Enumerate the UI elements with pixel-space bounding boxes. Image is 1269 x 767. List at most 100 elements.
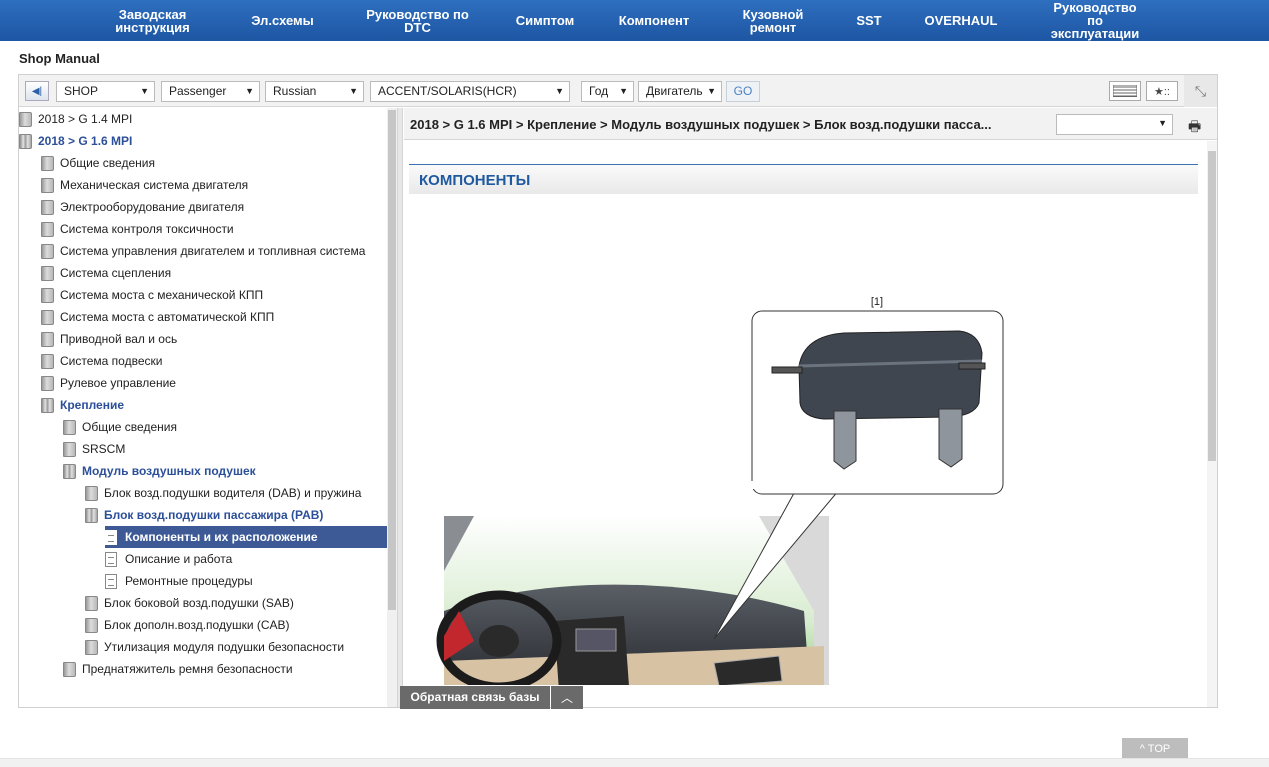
tree-node[interactable]: Система управления двигателем и топливна…	[41, 240, 365, 262]
tree-node[interactable]: Ремонтные процедуры	[105, 570, 253, 592]
engine-select[interactable]: Двигатель ▼	[638, 81, 722, 102]
tree-node-label: Система моста с автоматической КПП	[60, 310, 275, 324]
tree-node[interactable]: Приводной вал и ось	[41, 328, 177, 350]
book-icon	[85, 639, 98, 655]
tree-node[interactable]: Компоненты и их расположение	[105, 526, 387, 548]
chevron-down-icon: ▼	[555, 86, 564, 96]
page-title: Shop Manual	[19, 51, 100, 66]
nav-symptom[interactable]: Симптом	[505, 0, 585, 41]
nav-factory-manual[interactable]: Заводская инструкция	[100, 0, 205, 41]
tree-node[interactable]: Блок возд.подушки водителя (DAB) и пружи…	[85, 482, 361, 504]
tree-node[interactable]: Система сцепления	[41, 262, 171, 284]
document-icon	[105, 529, 117, 545]
tree-node-label: Утилизация модуля подушки безопасности	[104, 640, 345, 654]
nav-component[interactable]: Компонент	[605, 0, 703, 41]
tree-node-label: Система моста с механической КПП	[60, 288, 264, 302]
fullscreen-button[interactable]: ⤡	[1184, 75, 1217, 107]
language-select[interactable]: Russian ▼	[265, 81, 364, 102]
tree-node-label: Приводной вал и ось	[60, 332, 178, 346]
tree-node[interactable]: Система контроля токсичности	[41, 218, 234, 240]
tree-node[interactable]: Рулевое управление	[41, 372, 176, 394]
tree-node-label: Ремонтные процедуры	[125, 574, 253, 588]
section-select[interactable]: ▼	[1056, 114, 1173, 135]
tree-node-label: Блок возд.подушки водителя (DAB) и пружи…	[104, 486, 362, 500]
panel-splitter[interactable]	[397, 108, 403, 707]
tree-node[interactable]: SRSCM	[63, 438, 125, 460]
book-icon	[85, 617, 98, 633]
nav-overhaul[interactable]: OVERHAUL	[910, 0, 1012, 41]
open-book-icon	[85, 507, 98, 523]
book-icon	[41, 221, 54, 237]
tree-node[interactable]: Утилизация модуля подушки безопасности	[85, 636, 344, 658]
scrollbar-thumb[interactable]	[388, 110, 396, 610]
airbag-illustration: [1]	[436, 296, 1004, 685]
back-to-top-button[interactable]: ^ TOP	[1122, 738, 1188, 760]
tree-node[interactable]: Система моста с автоматической КПП	[41, 306, 274, 328]
manual-frame: ◀| SHOP ▼ Passenger ▼ Russian ▼ ACCENT/SOLA…	[18, 74, 1218, 709]
tree-node[interactable]: Общие сведения	[63, 416, 177, 438]
open-book-icon	[41, 397, 54, 413]
book-icon	[85, 595, 98, 611]
flag-button[interactable]	[1109, 81, 1141, 101]
tree-node[interactable]: Механическая система двигателя	[41, 174, 248, 196]
arrow-left-icon: ◀|	[31, 85, 43, 97]
model-select[interactable]: ACCENT/SOLARIS(HCR) ▼	[370, 81, 570, 102]
tree-node-label: Общие сведения	[82, 420, 177, 434]
star-icon: ★::	[1154, 85, 1170, 98]
book-icon	[41, 265, 54, 281]
nav-body-repair[interactable]: Кузовной ремонт	[727, 0, 819, 41]
content-scrollbar[interactable]	[1207, 141, 1217, 707]
tree-node-label: Система сцепления	[60, 266, 172, 280]
tree-node[interactable]: Система моста с механической КПП	[41, 284, 263, 306]
tree-node-label: Система подвески	[60, 354, 163, 368]
favorites-button[interactable]: ★::	[1146, 81, 1178, 101]
tree-node-label: Рулевое управление	[60, 376, 176, 390]
page-footer	[0, 758, 1269, 767]
nav-sst[interactable]: SST	[845, 0, 893, 41]
vehicle-type-select[interactable]: Passenger ▼	[161, 81, 260, 102]
tree-node-label: Блок возд.подушки пассажира (PAB)	[104, 508, 324, 522]
tree-node[interactable]: 2018 > G 1.6 MPI	[19, 130, 132, 152]
book-icon	[63, 441, 76, 457]
print-icon[interactable]: 🖶	[1188, 116, 1201, 140]
tree-node[interactable]: Общие сведения	[41, 152, 155, 174]
nav-dtc-manual[interactable]: Руководство по DTC	[355, 0, 480, 41]
tree-node-label: Компоненты и их расположение	[125, 530, 318, 544]
nav-wiring-diagrams[interactable]: Эл.схемы	[240, 0, 325, 41]
tree-node[interactable]: Блок дополн.возд.подушки (CAB)	[85, 614, 290, 636]
sidebar-scrollbar[interactable]	[387, 108, 397, 707]
tree-node-label: Преднатяжитель ремня безопасности	[82, 662, 293, 676]
tree-node-label: Крепление	[60, 398, 125, 412]
open-book-icon	[19, 133, 32, 149]
nav-owners-manual[interactable]: Руководство по эксплуатации	[1036, 0, 1154, 41]
tree-node[interactable]: Система подвески	[41, 350, 162, 372]
tree-node[interactable]: 2018 > G 1.4 MPI	[19, 108, 132, 130]
collapse-sidebar-button[interactable]: ◀|	[25, 81, 49, 101]
book-icon	[63, 661, 76, 677]
book-icon	[19, 111, 32, 127]
chevron-down-icon: ▼	[707, 86, 716, 96]
scrollbar-thumb[interactable]	[1208, 151, 1216, 461]
tree-node[interactable]: Электрооборудование двигателя	[41, 196, 244, 218]
shop-select[interactable]: SHOP ▼	[56, 81, 155, 102]
tree-node[interactable]: Блок боковой возд.подушки (SAB)	[85, 592, 294, 614]
year-select[interactable]: Год ▼	[581, 81, 634, 102]
tree-node-label: Модуль воздушных подушек	[82, 464, 256, 478]
scroll-up-button[interactable]: ︿	[551, 686, 583, 709]
tree-node[interactable]: Крепление	[41, 394, 124, 416]
book-icon	[41, 353, 54, 369]
tree-node-label: Общие сведения	[60, 156, 155, 170]
tree-node[interactable]: Описание и работа	[105, 548, 232, 570]
book-icon	[41, 331, 54, 347]
tree-node[interactable]: Преднатяжитель ремня безопасности	[63, 658, 293, 680]
go-button[interactable]: GO	[726, 81, 760, 102]
tree-node-label: 2018 > G 1.6 MPI	[38, 134, 133, 148]
chevron-down-icon: ▼	[1158, 118, 1167, 128]
tree-node-label: Электрооборудование двигателя	[60, 200, 245, 214]
feedback-button[interactable]: Обратная связь базы	[400, 686, 550, 709]
tree-node-label: Механическая система двигателя	[60, 178, 249, 192]
tree-node-label: SRSCM	[82, 442, 126, 456]
tree-node[interactable]: Блок возд.подушки пассажира (PAB)	[85, 504, 323, 526]
tree-node[interactable]: Модуль воздушных подушек	[63, 460, 256, 482]
sidebar-tree: 2018 > G 1.4 MPI 2018 > G 1.6 MPI Общие св…	[19, 108, 397, 707]
